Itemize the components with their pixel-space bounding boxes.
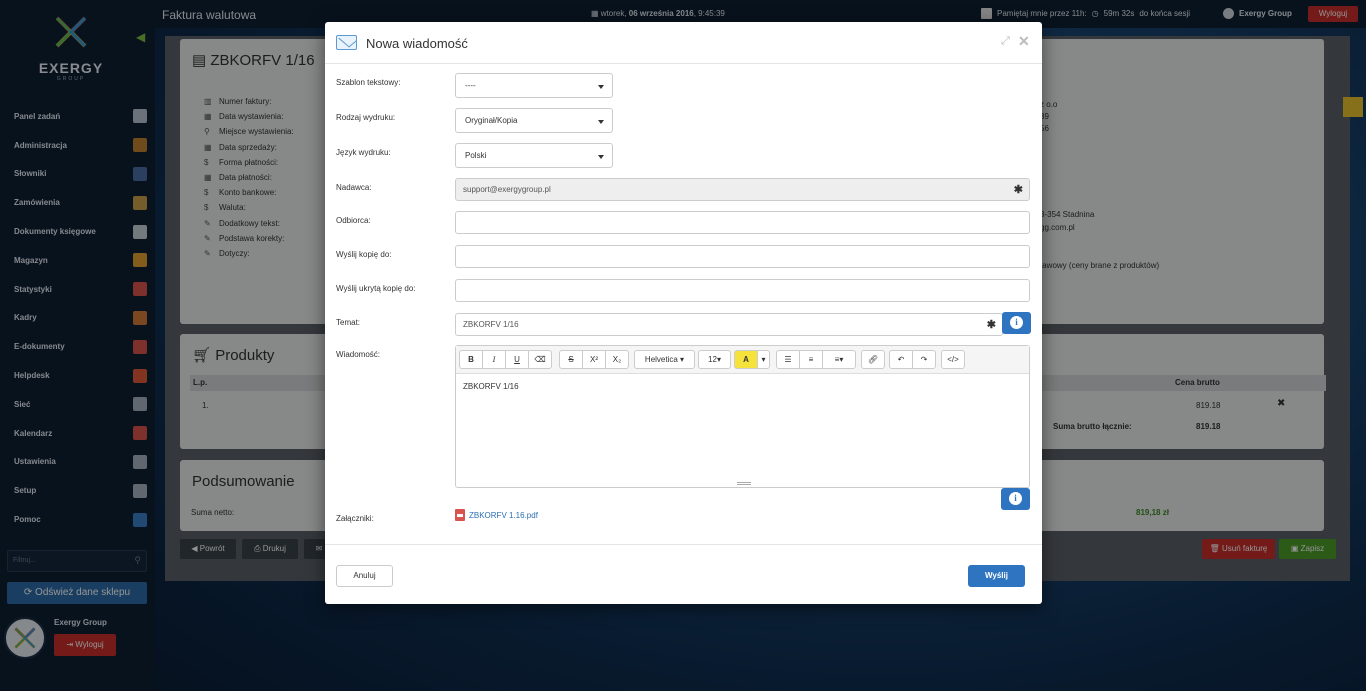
superscript-button[interactable]: X² <box>582 350 606 369</box>
font-family-value: Helvetica <box>644 355 678 364</box>
caret-down-icon <box>598 85 604 89</box>
cc-field[interactable] <box>455 245 1030 268</box>
editor-resize-handle[interactable] <box>737 482 751 485</box>
pdf-icon <box>455 509 465 521</box>
bold-button[interactable]: B <box>459 350 483 369</box>
redo-icon[interactable]: ↷ <box>912 350 936 369</box>
font-family-dropdown[interactable]: Helvetica ▾ <box>634 350 695 369</box>
caret-down-icon <box>598 120 604 124</box>
close-icon[interactable]: ✕ <box>1018 33 1030 50</box>
cancel-button[interactable]: Anuluj <box>336 565 393 587</box>
font-size-dropdown[interactable]: 12 ▾ <box>698 350 731 369</box>
code-view-icon[interactable]: </> <box>941 350 965 369</box>
send-button[interactable]: Wyślij <box>968 565 1025 587</box>
recipient-field[interactable] <box>455 211 1030 234</box>
language-label: Język wydruku: <box>336 148 391 157</box>
template-label: Szablon tekstowy: <box>336 78 401 87</box>
undo-icon[interactable]: ↶ <box>889 350 913 369</box>
caret-down-icon <box>598 155 604 159</box>
editor-toolbar: B I U ⌫ S X² X₂ Helvetica ▾ 12 ▾ A ▾ ☰ ≡… <box>456 346 1029 374</box>
eraser-icon[interactable]: ⌫ <box>528 350 552 369</box>
subject-value: ZBKORFV 1/16 <box>463 320 519 329</box>
tb-link-group: 🔗︎ <box>861 350 885 369</box>
print-type-value: Oryginał/Kopia <box>465 116 518 125</box>
bcc-field[interactable] <box>455 279 1030 302</box>
underline-button[interactable]: U <box>505 350 529 369</box>
tb-format-group: B I U ⌫ <box>459 350 552 369</box>
required-asterisk-icon: ✱ <box>986 319 996 331</box>
link-icon[interactable]: 🔗︎ <box>861 350 885 369</box>
subscript-button[interactable]: X₂ <box>605 350 629 369</box>
language-select[interactable]: Polski <box>455 143 613 168</box>
caret-down-icon: ▾ <box>716 355 721 364</box>
sender-field[interactable]: support@exergygroup.pl ✱ <box>455 178 1030 201</box>
strikethrough-button[interactable]: S <box>559 350 583 369</box>
tb-size-group: 12 ▾ <box>698 350 731 369</box>
bullet-list-icon[interactable]: ☰ <box>776 350 800 369</box>
message-info-button[interactable]: i <box>1001 488 1030 510</box>
font-size-value: 12 <box>708 355 717 364</box>
print-type-label: Rodzaj wydruku: <box>336 113 396 122</box>
attachment-link[interactable]: ZBKORFV 1.16.pdf <box>455 509 538 521</box>
color-dropdown-caret-icon[interactable]: ▾ <box>757 350 770 369</box>
subject-label: Temat: <box>336 318 361 327</box>
align-dropdown-icon[interactable]: ≡▾ <box>822 350 856 369</box>
sender-label: Nadawca: <box>336 183 372 192</box>
cc-label: Wyślij kopię do: <box>336 250 392 259</box>
numbered-list-icon[interactable]: ≡ <box>799 350 823 369</box>
message-editor[interactable]: B I U ⌫ S X² X₂ Helvetica ▾ 12 ▾ A ▾ ☰ ≡… <box>455 345 1030 488</box>
language-value: Polski <box>465 151 487 160</box>
message-label: Wiadomość: <box>336 350 381 359</box>
caret-down-icon: ▾ <box>677 355 685 364</box>
modal-title: Nowa wiadomość <box>366 36 468 51</box>
info-icon: i <box>1009 492 1022 505</box>
modal-footer-divider <box>325 544 1042 545</box>
tb-history-group: ↶ ↷ <box>889 350 936 369</box>
italic-button[interactable]: I <box>482 350 506 369</box>
expand-icon[interactable]: ⤢ <box>1001 35 1010 48</box>
tb-color-group: A ▾ <box>734 350 770 369</box>
highlight-color-button[interactable]: A <box>734 350 758 369</box>
tb-list-group: ☰ ≡ ≡▾ <box>776 350 856 369</box>
template-value: ---- <box>465 81 476 90</box>
template-select[interactable]: ---- <box>455 73 613 98</box>
tb-font-group: Helvetica ▾ <box>634 350 695 369</box>
required-asterisk-icon: ✱ <box>1013 184 1023 196</box>
attachments-label: Załączniki: <box>336 514 374 523</box>
subject-info-button[interactable]: i <box>1002 312 1031 334</box>
tb-script-group: S X² X₂ <box>559 350 629 369</box>
editor-body[interactable]: ZBKORFV 1/16 <box>463 382 519 391</box>
envelope-icon <box>336 35 357 50</box>
subject-field[interactable]: ZBKORFV 1/16 ✱ <box>455 313 1003 336</box>
modal-header: Nowa wiadomość ⤢ ✕ <box>325 22 1042 64</box>
sender-value: support@exergygroup.pl <box>463 185 551 194</box>
attachment-name: ZBKORFV 1.16.pdf <box>469 510 538 520</box>
tb-code-group: </> <box>941 350 965 369</box>
bcc-label: Wyślij ukrytą kopię do: <box>336 284 416 293</box>
recipient-label: Odbiorca: <box>336 216 371 225</box>
print-type-select[interactable]: Oryginał/Kopia <box>455 108 613 133</box>
new-message-modal: Nowa wiadomość ⤢ ✕ Szablon tekstowy: ---… <box>325 22 1042 604</box>
info-icon: i <box>1010 316 1023 329</box>
